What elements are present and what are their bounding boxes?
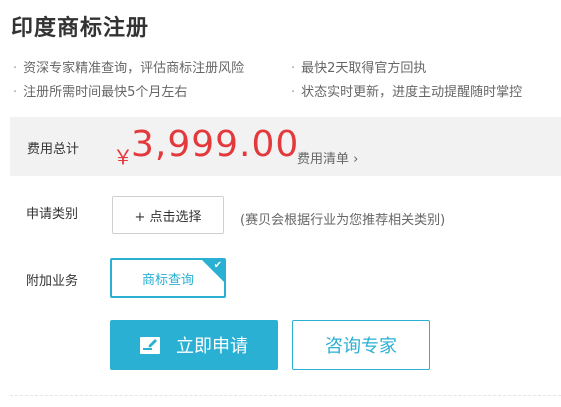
feature-text: 资深专家精准查询，评估商标注册风险 <box>23 61 245 76</box>
feature-item: · 最快2天取得官方回执 <box>291 57 426 76</box>
category-hint: (赛贝会根据行业为您推荐相关类别) <box>240 213 446 228</box>
bullet-dot-icon: · <box>13 61 18 76</box>
price-label: 费用总计 <box>27 142 80 157</box>
chevron-right-icon: › <box>353 152 359 167</box>
trademark-search-option[interactable]: 商标查询 ✔ <box>110 258 226 298</box>
feature-item: · 注册所需时间最快5个月左右 <box>13 81 187 100</box>
feature-item: · 状态实时更新，进度主动提醒随时掌控 <box>291 81 522 100</box>
edit-form-icon <box>140 336 160 354</box>
feature-text: 注册所需时间最快5个月左右 <box>23 85 188 100</box>
bullet-dot-icon: · <box>291 61 296 76</box>
feature-text: 状态实时更新，进度主动提醒随时掌控 <box>301 85 523 100</box>
apply-now-button[interactable]: 立即申请 <box>110 320 278 370</box>
divider <box>10 395 561 396</box>
addon-label: 附加业务 <box>26 274 79 289</box>
page-title: 印度商标注册 <box>11 16 150 41</box>
apply-label: 立即申请 <box>176 336 248 357</box>
bullet-dot-icon: · <box>13 85 18 100</box>
fee-list-label: 费用清单 <box>297 152 350 167</box>
category-label: 申请类别 <box>26 207 79 222</box>
price-amount: 3,999.00 <box>131 124 300 165</box>
price-panel: 费用总计 ￥ 3,999.00 费用清单 › <box>10 117 561 176</box>
checkmark-icon: ✔ <box>213 260 222 271</box>
consult-expert-button[interactable]: 咨询专家 <box>292 320 430 370</box>
feature-item: · 资深专家精准查询，评估商标注册风险 <box>13 57 244 76</box>
service-label: 商标查询 <box>141 272 194 288</box>
currency-symbol: ￥ <box>113 145 133 169</box>
fee-list-link[interactable]: 费用清单 › <box>297 148 358 167</box>
choose-category-button[interactable]: + 点击选择 <box>112 196 224 234</box>
bullet-dot-icon: · <box>291 85 296 100</box>
feature-text: 最快2天取得官方回执 <box>301 61 427 76</box>
